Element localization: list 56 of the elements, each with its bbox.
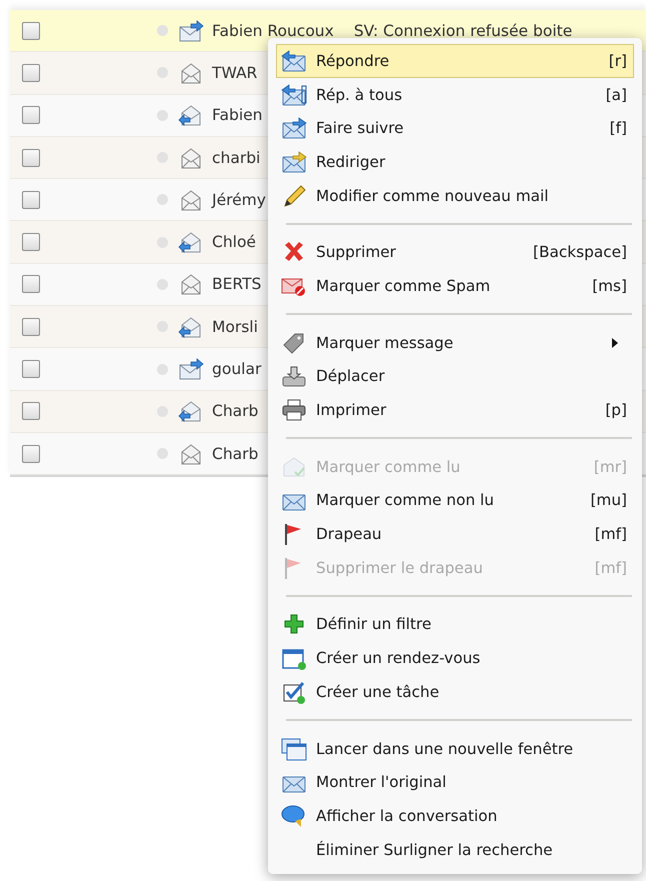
- speech-bubble-icon: [281, 804, 307, 828]
- menu-item[interactable]: Drapeau [mf]: [276, 517, 634, 551]
- subject-text: SV: Connexion refusée boite: [354, 22, 572, 40]
- menu-item[interactable]: Définir un filtre: [276, 608, 634, 642]
- forward-icon: [281, 116, 307, 140]
- checkbox[interactable]: [22, 233, 40, 252]
- forwarded-mail-icon: [178, 357, 204, 382]
- menu-item[interactable]: Lancer dans une nouvelle fenêtre: [276, 732, 634, 766]
- checkbox[interactable]: [22, 22, 40, 40]
- sender-name: Fabien Roucoux: [212, 22, 334, 40]
- reply-icon: [281, 48, 307, 73]
- menu-item[interactable]: Marquer comme Spam [ms]: [276, 269, 634, 303]
- read-mail-icon: [281, 454, 307, 479]
- sender-name: BERTS: [212, 275, 262, 294]
- sender-name: TWAR: [212, 64, 258, 82]
- menu-item[interactable]: Déplacer: [276, 360, 634, 394]
- menu-item[interactable]: Faire suivre [f]: [276, 111, 634, 146]
- menu-item[interactable]: Créer une tâche: [276, 675, 634, 709]
- sender-name: Charb: [212, 402, 258, 420]
- menu-item[interactable]: Marquer comme non lu [mu]: [276, 484, 634, 518]
- checkbox[interactable]: [22, 318, 40, 336]
- new-window-icon: [281, 736, 307, 761]
- menu-item[interactable]: Imprimer [p]: [276, 393, 634, 427]
- menu-item[interactable]: Éliminer Surligner la recherche: [276, 832, 634, 866]
- sender-name: Chloé: [212, 233, 256, 252]
- menu-item[interactable]: Rediriger: [276, 145, 634, 179]
- unread-dot-icon[interactable]: [157, 25, 168, 36]
- checkbox[interactable]: [22, 64, 40, 82]
- reply-all-icon: [281, 82, 307, 107]
- pencil-icon: [281, 184, 307, 208]
- sender-name: Jérémy: [212, 190, 266, 209]
- menu-item[interactable]: Montrer l'original: [276, 765, 634, 800]
- checkbox[interactable]: [22, 360, 40, 378]
- checkbox[interactable]: [22, 275, 40, 294]
- task-icon: [281, 680, 307, 704]
- menu-item[interactable]: Créer un rendez-vous: [276, 641, 634, 675]
- redirect-icon: [281, 150, 307, 174]
- sender-name: Fabien: [212, 106, 262, 124]
- menu-item[interactable]: Marquer message: [276, 326, 634, 360]
- sender-name: charbi: [212, 148, 260, 167]
- checkbox[interactable]: [22, 444, 40, 463]
- tray-icon: [281, 364, 307, 388]
- checkbox[interactable]: [22, 190, 40, 209]
- sender-name: goular: [212, 360, 262, 378]
- sender-name: Charb: [212, 444, 258, 463]
- menu-item[interactable]: Afficher la conversation: [276, 799, 634, 833]
- menu-item[interactable]: Modifier comme nouveau mail: [276, 178, 634, 212]
- forwarded-mail-icon: [178, 18, 204, 43]
- checkbox[interactable]: [22, 106, 40, 124]
- menu-item[interactable]: Supprimer [Backspace]: [276, 235, 634, 270]
- menu-item[interactable]: Rép. à tous [a]: [276, 78, 634, 112]
- checkbox[interactable]: [22, 148, 40, 167]
- printer-icon: [281, 398, 307, 422]
- sender-name: Morsli: [212, 318, 258, 336]
- menu-item[interactable]: Répondre [r]: [276, 44, 634, 78]
- checkbox[interactable]: [22, 402, 40, 420]
